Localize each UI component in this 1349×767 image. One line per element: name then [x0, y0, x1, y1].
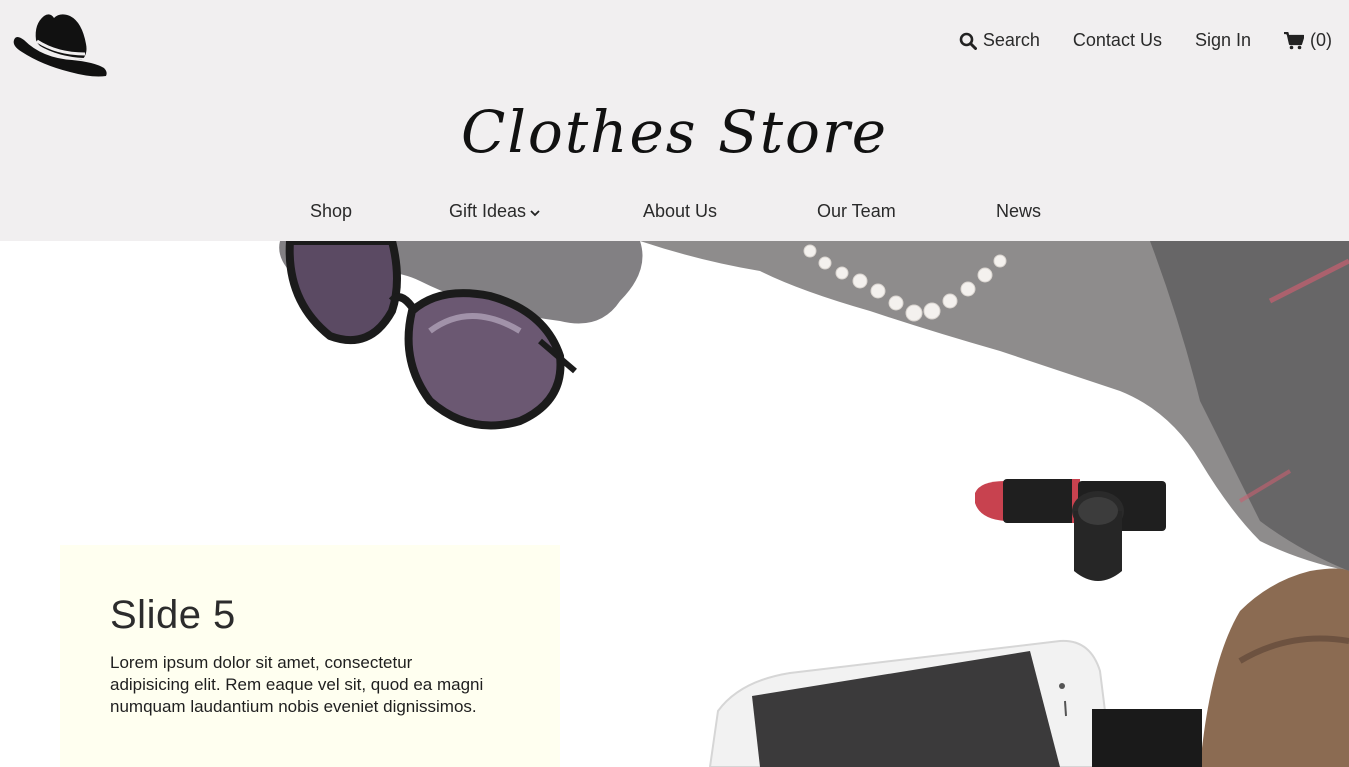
chevron-down-icon [530, 201, 540, 222]
contact-us-link[interactable]: Contact Us [1073, 30, 1162, 51]
nav-item-news[interactable]: News [996, 201, 1041, 222]
nav-item-our-team[interactable]: Our Team [817, 201, 896, 222]
nav-item-label: Gift Ideas [449, 201, 527, 221]
nav-item-about-us[interactable]: About Us [643, 201, 717, 222]
slide-card: Slide 5 Lorem ipsum dolor sit amet, cons… [60, 545, 560, 767]
slide-body: Lorem ipsum dolor sit amet, consectetur … [110, 653, 484, 716]
cart-count: (0) [1310, 30, 1332, 50]
nav-item-label: About Us [643, 201, 718, 221]
search-button[interactable]: Search [959, 30, 1040, 51]
nav-item-label: Our Team [817, 201, 896, 221]
sign-in-link[interactable]: Sign In [1195, 30, 1251, 51]
nav-item-gift-ideas[interactable]: Gift Ideas [449, 201, 540, 222]
site-header: Search Contact Us Sign In (0) Clothes St… [0, 0, 1349, 241]
brand-title[interactable]: Clothes Store [0, 98, 1349, 166]
slide-title: Slide 5 [110, 593, 236, 637]
nav-item-label: News [996, 201, 1042, 221]
nav-item-shop[interactable]: Shop [310, 201, 352, 222]
sign-in-label: Sign In [1194, 30, 1251, 50]
cart-icon [1284, 31, 1304, 50]
contact-us-label: Contact Us [1072, 30, 1162, 50]
hat-logo-icon[interactable] [12, 10, 110, 80]
main-nav: Shop Gift Ideas About Us Our Team News [0, 201, 1349, 225]
hero-slider[interactable]: Slide 5 Lorem ipsum dolor sit amet, cons… [0, 241, 1349, 767]
cart-button[interactable]: (0) [1284, 30, 1332, 51]
search-label: Search [982, 30, 1040, 50]
search-icon [959, 32, 977, 50]
utility-nav: Search Contact Us Sign In (0) [959, 30, 1332, 51]
nav-item-label: Shop [310, 201, 353, 221]
